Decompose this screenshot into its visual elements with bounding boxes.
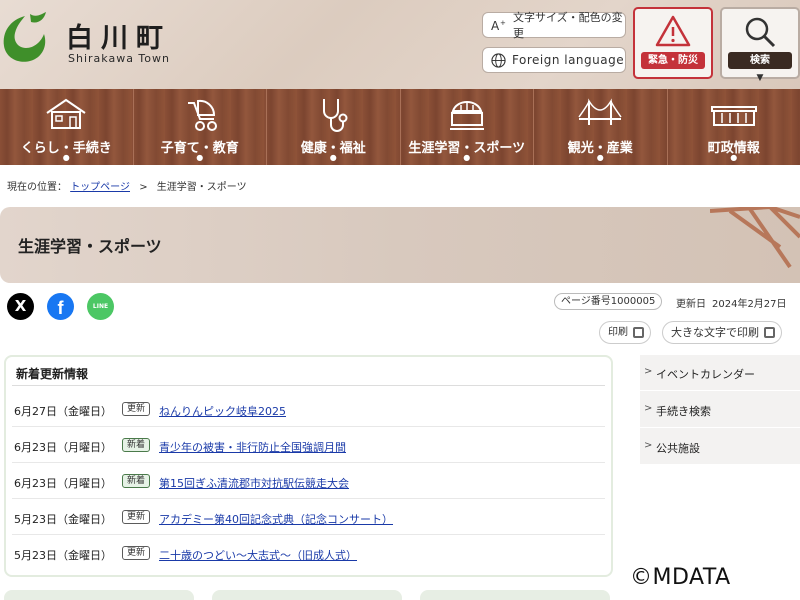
watermark: ©MDATA bbox=[630, 565, 731, 590]
news-date: 6月23日（月曜日） bbox=[14, 441, 112, 454]
emergency-button[interactable]: 緊急・防災 bbox=[633, 7, 713, 79]
search-button[interactable]: 検索 ▼ bbox=[720, 7, 800, 83]
search-icon bbox=[745, 17, 776, 48]
nav-item-lifelong-learning[interactable]: 生涯学習・スポーツ ● bbox=[401, 89, 534, 165]
news-tag: 更新 bbox=[122, 402, 151, 416]
breadcrumb-home-link[interactable]: トップページ bbox=[70, 182, 130, 193]
side-item-public-facilities[interactable]: > 公共施設 bbox=[640, 429, 800, 465]
news-tag: 更新 bbox=[122, 510, 151, 524]
nav-item-health[interactable]: 健康・福祉 ● bbox=[267, 89, 401, 165]
print-large-text-button[interactable]: 大きな文字で印刷 bbox=[662, 321, 782, 344]
printer-icon bbox=[764, 327, 775, 338]
truss-decoration-icon bbox=[710, 207, 800, 269]
print-button[interactable]: 印刷 bbox=[599, 321, 651, 344]
global-nav: くらし・手続き ● 子育て・教育 ● 健康・福祉 ● 生涯学習・スポーツ ● 観… bbox=[0, 89, 800, 165]
list-item: 6月23日（月曜日） 新着 青少年の被害・非行防止全国強調月間 bbox=[12, 427, 605, 463]
list-item: 6月23日（月曜日） 新着 第15回ぎふ清流郡市対抗駅伝競走大会 bbox=[12, 463, 605, 499]
news-link[interactable]: アカデミー第40回記念式典（記念コンサート） bbox=[159, 511, 393, 527]
news-panel: 新着更新情報 6月27日（金曜日） 更新 ねんりんピック岐阜2025 6月23日… bbox=[4, 355, 613, 577]
news-tag: 更新 bbox=[122, 546, 151, 560]
warning-icon bbox=[655, 15, 691, 47]
text-size-color-button[interactable]: A + 文字サイズ・配色の変更 bbox=[482, 11, 626, 40]
breadcrumb-current: 生涯学習・スポーツ bbox=[156, 182, 247, 193]
facebook-share-button[interactable]: f bbox=[47, 293, 74, 320]
side-item-label: イベントカレンダー bbox=[656, 368, 755, 381]
chevron-right-icon: > bbox=[644, 440, 653, 451]
nav-indicator: ● bbox=[329, 153, 337, 162]
town-logo-icon[interactable] bbox=[0, 12, 50, 66]
update-value: 2024年2月27日 bbox=[712, 299, 787, 310]
content-tile[interactable] bbox=[212, 590, 402, 600]
nav-indicator: ● bbox=[463, 153, 471, 162]
svg-text:+: + bbox=[500, 19, 506, 27]
list-item: 5月23日（金曜日） 更新 二十歳のつどい～大志式～（旧成人式） bbox=[12, 535, 605, 571]
town-name-en: Shirakawa Town bbox=[68, 52, 170, 65]
side-item-procedure-search[interactable]: > 手続き検索 bbox=[640, 392, 800, 428]
side-menu: > イベントカレンダー > 手続き検索 > 公共施設 bbox=[640, 355, 800, 465]
nav-indicator: ● bbox=[596, 153, 604, 162]
news-link[interactable]: 青少年の被害・非行防止全国強調月間 bbox=[159, 439, 346, 455]
town-hall-icon bbox=[710, 106, 757, 126]
chevron-right-icon: > bbox=[644, 366, 653, 377]
chevron-right-icon: > bbox=[644, 403, 653, 414]
globe-icon bbox=[491, 52, 506, 68]
stroller-icon bbox=[187, 99, 217, 131]
town-name[interactable]: 白川町 bbox=[66, 16, 171, 55]
nav-item-tourism[interactable]: 観光・産業 ● bbox=[534, 89, 668, 165]
news-link[interactable]: 第15回ぎふ清流郡市対抗駅伝競走大会 bbox=[159, 475, 349, 491]
content-tile[interactable] bbox=[420, 590, 610, 600]
side-item-event-calendar[interactable]: > イベントカレンダー bbox=[640, 355, 800, 391]
side-item-label: 公共施設 bbox=[656, 442, 700, 455]
breadcrumb-prefix: 現在の位置： bbox=[7, 182, 67, 193]
foreign-language-label: Foreign language bbox=[512, 53, 625, 67]
print-large-label: 大きな文字で印刷 bbox=[671, 326, 759, 339]
line-icon: LINE bbox=[92, 303, 109, 310]
site-header: 白川町 Shirakawa Town A + 文字サイズ・配色の変更 Forei… bbox=[0, 0, 800, 89]
nav-item-living[interactable]: くらし・手続き ● bbox=[0, 89, 134, 165]
bridge-icon bbox=[578, 98, 622, 125]
search-label: 検索 bbox=[728, 52, 792, 69]
news-heading-divider bbox=[12, 385, 605, 386]
page-title-band: 生涯学習・スポーツ bbox=[0, 207, 800, 283]
text-size-icon: A + bbox=[491, 19, 506, 32]
x-icon: X bbox=[14, 297, 27, 315]
update-label: 更新日 bbox=[676, 299, 706, 310]
news-tag: 新着 bbox=[122, 438, 151, 452]
news-date: 5月23日（金曜日） bbox=[14, 549, 112, 562]
nav-indicator: ● bbox=[730, 153, 738, 162]
news-date: 6月23日（月曜日） bbox=[14, 477, 112, 490]
emergency-label: 緊急・防災 bbox=[641, 52, 705, 69]
breadcrumb: 現在の位置： トップページ > 生涯学習・スポーツ bbox=[7, 178, 247, 193]
nav-indicator: ● bbox=[62, 153, 70, 162]
print-label: 印刷 bbox=[608, 327, 628, 338]
nav-indicator: ● bbox=[196, 153, 204, 162]
list-item: 5月23日（金曜日） 更新 アカデミー第40回記念式典（記念コンサート） bbox=[12, 499, 605, 535]
foreign-language-button[interactable]: Foreign language bbox=[482, 47, 626, 73]
printer-icon bbox=[633, 327, 644, 338]
news-link[interactable]: ねんりんピック岐阜2025 bbox=[159, 403, 286, 419]
facebook-icon: f bbox=[57, 298, 64, 318]
side-item-label: 手続き検索 bbox=[656, 405, 711, 418]
page-number-badge: ページ番号1000005 bbox=[554, 293, 663, 310]
news-date: 6月27日（金曜日） bbox=[14, 405, 112, 418]
house-icon bbox=[46, 98, 86, 129]
svg-text:A: A bbox=[491, 19, 500, 32]
update-date: 更新日 2024年2月27日 bbox=[676, 295, 793, 310]
building-icon bbox=[449, 101, 484, 130]
nav-item-childcare[interactable]: 子育て・教育 ● bbox=[134, 89, 267, 165]
chevron-down-icon: ▼ bbox=[756, 73, 764, 83]
line-share-button[interactable]: LINE bbox=[87, 293, 114, 320]
news-heading: 新着更新情報 bbox=[16, 367, 89, 381]
page-title: 生涯学習・スポーツ bbox=[18, 237, 162, 256]
text-size-label: 文字サイズ・配色の変更 bbox=[513, 11, 623, 40]
nav-item-town-admin[interactable]: 町政情報 ● bbox=[668, 89, 800, 165]
breadcrumb-separator: > bbox=[139, 182, 148, 193]
content-tile[interactable] bbox=[4, 590, 194, 600]
news-date: 5月23日（金曜日） bbox=[14, 513, 112, 526]
news-tag: 新着 bbox=[122, 474, 151, 488]
stethoscope-icon bbox=[323, 99, 348, 132]
list-item: 6月27日（金曜日） 更新 ねんりんピック岐阜2025 bbox=[12, 391, 605, 427]
x-share-button[interactable]: X bbox=[7, 293, 34, 320]
news-link[interactable]: 二十歳のつどい～大志式～（旧成人式） bbox=[159, 547, 357, 563]
